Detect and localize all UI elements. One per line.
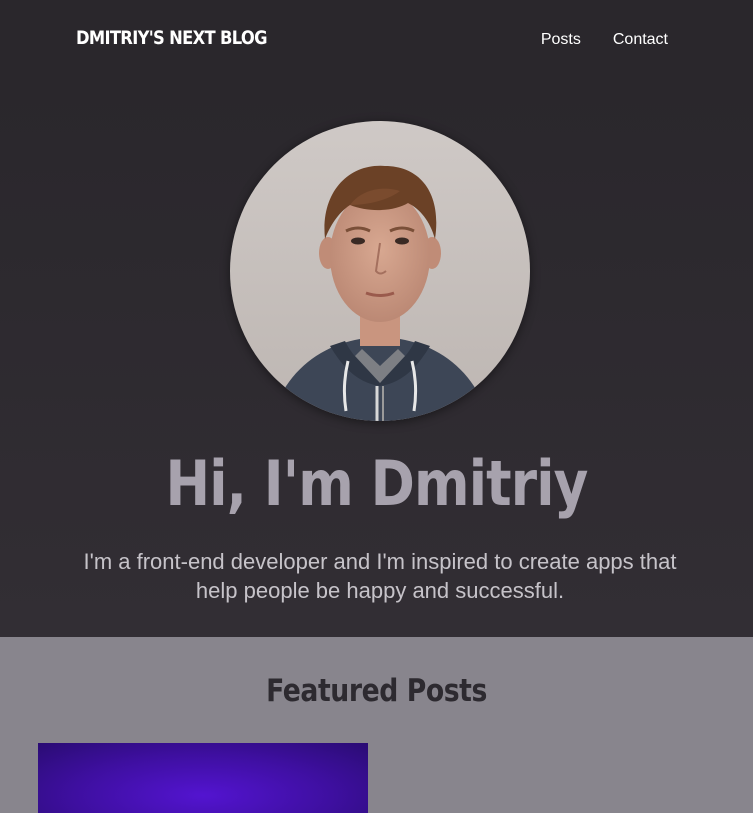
site-header: DMITRIY'S NEXT BLOG Posts Contact: [0, 0, 753, 82]
hero-section: Hi, I'm Dmitriy I'm a front-end develope…: [0, 82, 753, 637]
hero-title: Hi, I'm Dmitriy: [165, 447, 588, 520]
featured-posts-section: Featured Posts: [0, 637, 753, 813]
profile-avatar: [230, 121, 530, 421]
hero-description: I'm a front-end developer and I'm inspir…: [83, 549, 677, 603]
featured-post-card[interactable]: [38, 743, 368, 813]
nav-link-contact[interactable]: Contact: [613, 31, 668, 49]
nav-link-posts[interactable]: Posts: [541, 31, 581, 49]
site-logo[interactable]: DMITRIY'S NEXT BLOG: [76, 27, 267, 49]
featured-posts-title: Featured Posts: [266, 673, 487, 709]
main-nav: Posts Contact: [541, 31, 668, 49]
profile-photo-icon: [230, 121, 530, 421]
